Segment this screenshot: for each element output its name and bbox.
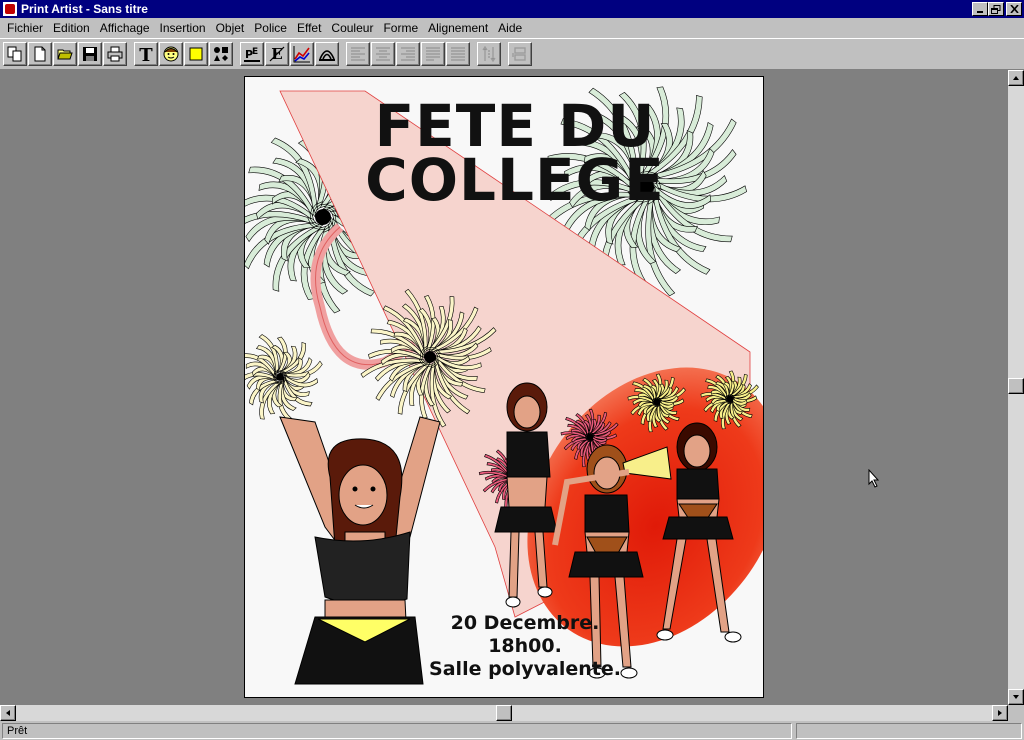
justify-button[interactable]: [421, 42, 445, 66]
layer-button[interactable]: [508, 42, 532, 66]
event-date: 20 Decembre.: [450, 612, 600, 634]
pompom-center: [726, 395, 734, 403]
text-tool-button[interactable]: T: [134, 42, 158, 66]
text-effect-icon: E: [269, 45, 285, 63]
headline-line-1: FETE DU: [374, 92, 656, 160]
menu-alignement[interactable]: Alignement: [423, 21, 493, 35]
menu-affichage[interactable]: Affichage: [95, 21, 155, 35]
menu-objet[interactable]: Objet: [211, 21, 250, 35]
headline-line-2: COLLEGE: [365, 146, 665, 214]
text-effect-button[interactable]: E: [265, 42, 289, 66]
vertical-scrollbar[interactable]: [1008, 70, 1024, 705]
status-panel-right: [796, 722, 1022, 739]
layer-icon: [512, 47, 526, 61]
event-info[interactable]: 20 Decembre. 18h00. Salle polyvalente.: [410, 612, 640, 681]
graphic-face-icon: [163, 46, 179, 62]
menu-insertion[interactable]: Insertion: [155, 21, 211, 35]
graphic-button[interactable]: [159, 42, 183, 66]
open-button[interactable]: [53, 42, 77, 66]
smart-art-icon: [319, 50, 335, 61]
svg-text:E: E: [252, 47, 258, 57]
menu-aide[interactable]: Aide: [493, 21, 527, 35]
align-center-button[interactable]: [371, 42, 395, 66]
smart-art-button[interactable]: [315, 42, 339, 66]
menu-forme[interactable]: Forme: [378, 21, 423, 35]
workspace[interactable]: FETE DU COLLEGE 20 Decembre. 18h00. Sall…: [0, 70, 1008, 705]
vertical-spacing-button[interactable]: [477, 42, 501, 66]
minimize-button[interactable]: [972, 2, 988, 16]
menu-police[interactable]: Police: [249, 21, 292, 35]
pompom-center: [586, 433, 594, 441]
event-time: 18h00.: [488, 635, 562, 657]
save-button[interactable]: [78, 42, 102, 66]
restore-button[interactable]: [988, 2, 1004, 16]
chart-button[interactable]: [290, 42, 314, 66]
align-left-button[interactable]: [346, 42, 370, 66]
align-right-button[interactable]: [396, 42, 420, 66]
justify-full-icon: [451, 47, 465, 61]
arrow-right-icon: [998, 710, 1002, 716]
scroll-down-button[interactable]: [1008, 689, 1024, 705]
scrollbar-corner: [1008, 705, 1024, 721]
vertical-spacing-icon: [482, 46, 496, 62]
pompom-center: [315, 209, 331, 225]
restore-icon: [991, 4, 1001, 14]
status-text: Prêt: [2, 722, 792, 739]
align-left-icon: [351, 47, 365, 61]
open-folder-icon: [57, 49, 73, 60]
horizontal-scroll-thumb[interactable]: [496, 705, 512, 721]
mouse-pointer-icon: [868, 469, 880, 488]
new-file-icon: [34, 46, 46, 62]
menu-couleur[interactable]: Couleur: [326, 21, 378, 35]
close-button[interactable]: [1006, 2, 1022, 16]
scroll-right-button[interactable]: [992, 705, 1008, 721]
copy-icon: [7, 46, 22, 62]
align-center-icon: [376, 47, 390, 61]
copy-button[interactable]: [3, 42, 27, 66]
scroll-left-button[interactable]: [0, 705, 16, 721]
print-button[interactable]: [103, 42, 127, 66]
justify-full-button[interactable]: [446, 42, 470, 66]
event-location: Salle polyvalente.: [429, 658, 621, 680]
title-bar[interactable]: Print Artist - Sans titre: [0, 0, 1024, 18]
menu-fichier[interactable]: Fichier: [2, 21, 48, 35]
color-button[interactable]: [184, 42, 208, 66]
text-tool-icon: T: [139, 45, 153, 63]
arrow-down-icon: [1013, 695, 1019, 699]
toolbar: T PE E: [0, 38, 1024, 70]
pompom-center: [653, 398, 661, 406]
chart-icon: [293, 46, 310, 63]
svg-text:T: T: [139, 45, 153, 63]
pompom-center: [424, 351, 436, 363]
yellow-pompom-small: [245, 334, 323, 421]
headline-icon: PE: [244, 47, 260, 62]
poster-headline[interactable]: FETE DU COLLEGE: [305, 92, 725, 214]
app-window: Print Artist - Sans titre Fichier Editio…: [0, 0, 1024, 740]
new-file-button[interactable]: [28, 42, 52, 66]
menu-effet[interactable]: Effet: [292, 21, 326, 35]
menu-bar: Fichier Edition Affichage Insertion Obje…: [0, 18, 1024, 38]
app-icon[interactable]: [3, 2, 17, 16]
vertical-scroll-thumb[interactable]: [1008, 378, 1024, 394]
shapes-icon: [214, 47, 228, 61]
justify-icon: [426, 47, 440, 61]
horizontal-scrollbar[interactable]: [0, 705, 1008, 721]
minimize-icon: [977, 11, 983, 13]
save-icon: [83, 47, 97, 61]
pompom-center: [276, 373, 284, 381]
align-right-icon: [401, 47, 415, 61]
close-icon: [1009, 5, 1019, 13]
color-fill-icon: [189, 47, 203, 61]
shapes-button[interactable]: [209, 42, 233, 66]
print-icon: [107, 46, 123, 62]
headline-button[interactable]: PE: [240, 42, 264, 66]
arrow-left-icon: [6, 710, 10, 716]
status-bar: Prêt: [0, 721, 1024, 740]
arrow-up-icon: [1013, 76, 1019, 80]
scroll-up-button[interactable]: [1008, 70, 1024, 86]
menu-edition[interactable]: Edition: [48, 21, 95, 35]
poster-page[interactable]: FETE DU COLLEGE 20 Decembre. 18h00. Sall…: [244, 76, 764, 698]
window-title: Print Artist - Sans titre: [21, 2, 148, 16]
